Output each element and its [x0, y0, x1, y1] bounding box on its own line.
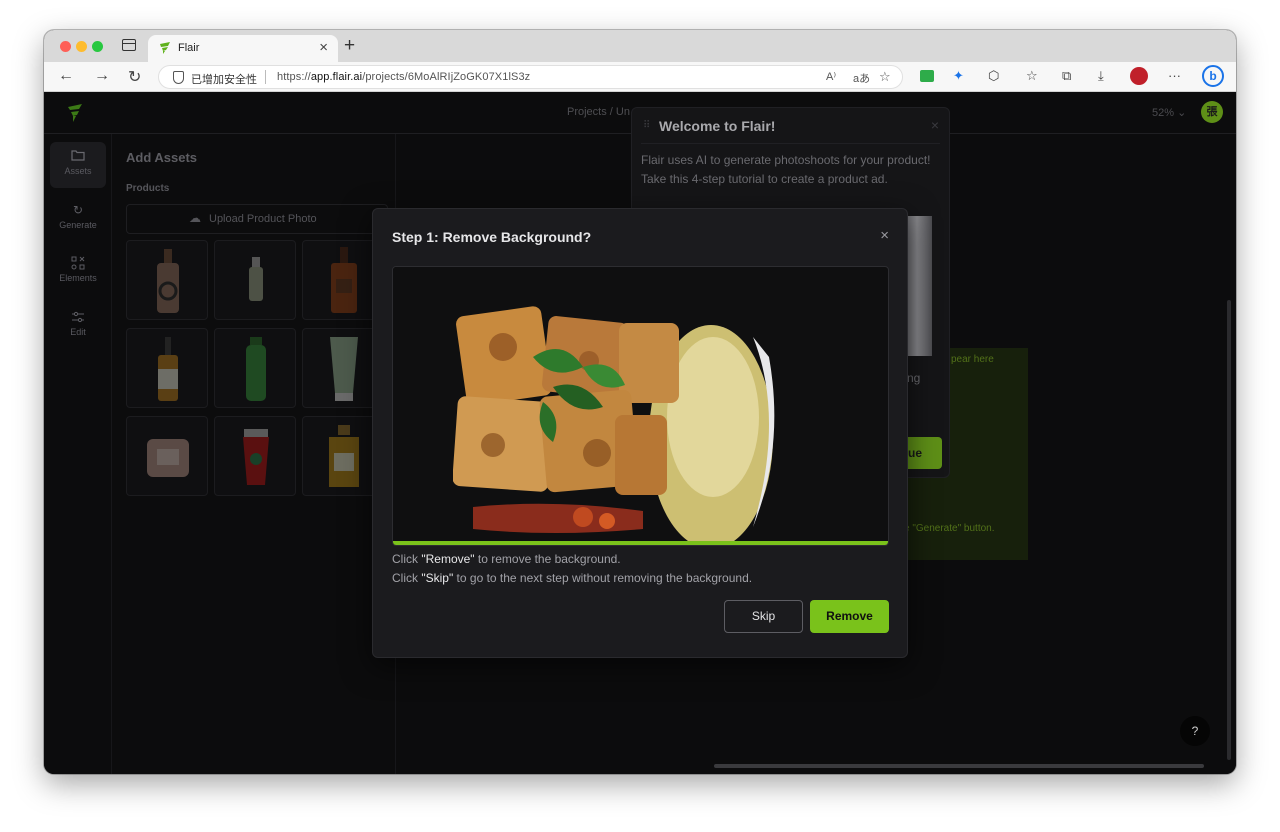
browser-toolbar: ← → ↻ 已增加安全性 https://app.flair.ai/projec…: [44, 62, 1236, 92]
fried-tofu-photo: [393, 267, 775, 545]
sidebar-item-label: Assets: [64, 166, 92, 176]
welcome-body: Flair uses AI to generate photoshoots fo…: [641, 153, 931, 186]
sidebar-item-label: Elements: [59, 273, 97, 283]
sidebar-item-generate[interactable]: ↻ Generate: [50, 196, 106, 242]
breadcrumb[interactable]: Projects / Un: [567, 106, 630, 118]
read-aloud-icon[interactable]: A⁾: [826, 70, 836, 83]
skip-button[interactable]: Skip: [724, 600, 803, 633]
welcome-title: Welcome to Flair!: [659, 118, 776, 134]
favorites-icon[interactable]: ☆: [1026, 68, 1038, 84]
drag-handle-icon[interactable]: ⠿: [643, 120, 650, 131]
sidebar-item-assets[interactable]: Assets: [50, 142, 106, 188]
upload-cloud-icon: ☁: [189, 211, 201, 225]
left-sidebar: Assets ↻ Generate Elements Edit: [44, 134, 112, 774]
tab-strip: Flair × +: [44, 30, 1236, 62]
url-text[interactable]: https://app.flair.ai/projects/6MoAlRIjZo…: [277, 71, 530, 83]
product-thumbnail-green-bottle[interactable]: [214, 328, 296, 408]
security-label[interactable]: 已增加安全性: [191, 71, 257, 87]
maximize-window-button[interactable]: [92, 41, 103, 52]
close-icon[interactable]: ×: [880, 227, 889, 244]
product-thumbnail-spray[interactable]: [214, 240, 296, 320]
remove-instruction: Click "Remove" to remove the background.: [392, 552, 621, 566]
new-tab-icon[interactable]: +: [344, 35, 355, 57]
extensions-puzzle-icon[interactable]: ⬡: [988, 68, 999, 84]
upload-product-button[interactable]: ☁ Upload Product Photo: [126, 204, 388, 234]
flair-logo-icon[interactable]: [66, 103, 84, 123]
extension-pin-icon[interactable]: ✦: [953, 68, 964, 84]
remove-background-modal: Step 1: Remove Background? × Click "Remo…: [372, 208, 908, 658]
divider: [641, 143, 940, 144]
modal-title: Step 1: Remove Background?: [392, 229, 592, 245]
back-icon[interactable]: ←: [58, 67, 74, 85]
tab-title: Flair: [178, 42, 200, 54]
flair-favicon-icon: [160, 42, 170, 54]
horizontal-scrollbar[interactable]: [714, 764, 1204, 768]
forward-icon[interactable]: →: [94, 67, 110, 85]
favorite-star-icon[interactable]: ☆: [879, 69, 891, 85]
bing-icon[interactable]: b: [1202, 65, 1224, 87]
browser-tab[interactable]: Flair ×: [148, 35, 338, 62]
extension-green-icon[interactable]: [920, 70, 934, 82]
reload-icon[interactable]: ↻: [128, 67, 141, 87]
sidebar-item-label: Edit: [70, 327, 86, 337]
sliders-icon: [71, 310, 85, 324]
product-thumbnail-oil[interactable]: [126, 328, 208, 408]
close-window-button[interactable]: [60, 41, 71, 52]
placeholder-text-bottom: e "Generate" button.: [904, 523, 995, 534]
elements-icon: [71, 256, 85, 270]
progress-bar: [393, 541, 888, 545]
avatar[interactable]: 張: [1201, 101, 1223, 123]
address-bar[interactable]: 已增加安全性 https://app.flair.ai/projects/6Mo…: [158, 65, 903, 89]
vertical-scrollbar[interactable]: [1227, 300, 1231, 760]
translate-icon[interactable]: aあ: [853, 70, 870, 86]
sidebar-item-elements[interactable]: Elements: [50, 249, 106, 295]
browser-window: Flair × + ← → ↻ 已增加安全性 https://app.flair…: [44, 30, 1236, 774]
more-menu-icon[interactable]: ···: [1168, 68, 1181, 83]
folder-icon: [71, 149, 85, 163]
sidebar-item-label: Generate: [59, 220, 97, 230]
product-thumbnail-candle[interactable]: [126, 416, 208, 496]
divider: [265, 70, 266, 84]
product-thumbnail-serum[interactable]: [126, 240, 208, 320]
help-button[interactable]: ?: [1180, 716, 1210, 746]
collections-icon[interactable]: ⧉: [1062, 68, 1071, 84]
minimize-window-button[interactable]: [76, 41, 87, 52]
remove-button[interactable]: Remove: [810, 600, 889, 633]
skip-instruction: Click "Skip" to go to the next step with…: [392, 571, 753, 585]
products-heading: Products: [126, 183, 170, 194]
shield-icon[interactable]: [173, 71, 184, 84]
zoom-dropdown[interactable]: 52% ⌄: [1152, 106, 1186, 119]
panel-title: Add Assets: [126, 150, 198, 165]
close-icon[interactable]: ×: [931, 117, 939, 133]
product-thumbnail-coffee-cup[interactable]: [214, 416, 296, 496]
placeholder-text-top: pear here: [951, 354, 994, 365]
sidebar-item-edit[interactable]: Edit: [50, 303, 106, 349]
downloads-icon[interactable]: ⤓: [1098, 68, 1104, 84]
tab-close-icon[interactable]: ×: [319, 39, 328, 56]
flair-app: Projects / Un 52% ⌄ 張 Assets ↻ Generate …: [44, 92, 1236, 774]
tab-actions-icon[interactable]: [122, 39, 136, 51]
profile-avatar-icon[interactable]: [1130, 67, 1148, 85]
assets-panel: Add Assets Products ☁ Upload Product Pho…: [112, 134, 396, 774]
welcome-partial-text: ng: [907, 371, 921, 385]
refresh-icon: ↻: [72, 203, 84, 217]
product-preview-image: [392, 266, 889, 546]
